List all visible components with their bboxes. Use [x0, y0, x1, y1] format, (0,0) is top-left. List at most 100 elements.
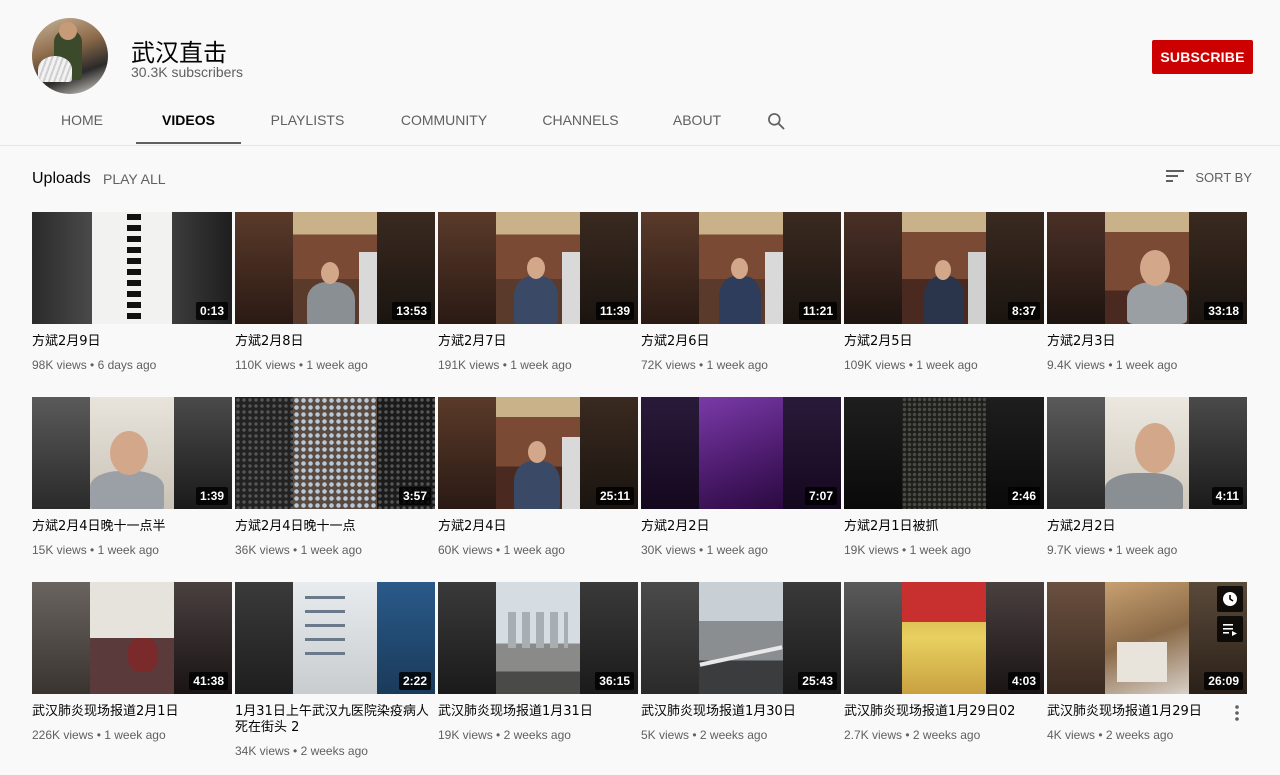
video-thumbnail[interactable]: 2:22 — [235, 582, 435, 694]
video-thumbnail[interactable]: 33:18 — [1047, 212, 1247, 324]
tab-home[interactable]: HOME — [32, 98, 132, 144]
video-title[interactable]: 方斌2月3日 — [1047, 334, 1247, 350]
video-meta: 191K views • 1 week ago — [438, 358, 572, 372]
sort-by-button[interactable]: SORT BY — [1165, 168, 1252, 187]
video-duration: 4:03 — [1007, 672, 1040, 690]
video-card[interactable]: 36:15 武汉肺炎现场报道1月31日 19K views • 2 weeks … — [438, 582, 638, 767]
video-title[interactable]: 武汉肺炎现场报道1月30日 — [641, 704, 841, 720]
video-meta: 60K views • 1 week ago — [438, 543, 565, 557]
queue-icon[interactable] — [1217, 616, 1243, 642]
video-title[interactable]: 方斌2月1日被抓 — [844, 519, 1044, 535]
tab-playlists[interactable]: PLAYLISTS — [245, 98, 370, 144]
video-card[interactable]: 7:07 方斌2月2日 30K views • 1 week ago — [641, 397, 841, 582]
video-thumbnail[interactable]: 11:21 — [641, 212, 841, 324]
video-duration: 36:15 — [595, 672, 634, 690]
tab-about[interactable]: ABOUT — [647, 98, 747, 144]
video-meta: 2.7K views • 2 weeks ago — [844, 728, 981, 742]
video-title[interactable]: 武汉肺炎现场报道1月29日02 — [844, 704, 1044, 720]
video-meta: 30K views • 1 week ago — [641, 543, 768, 557]
video-card[interactable]: 1:39 方斌2月4日晚十一点半 15K views • 1 week ago — [32, 397, 232, 582]
subscriber-count: 30.3K subscribers — [131, 64, 244, 80]
video-thumbnail[interactable]: 7:07 — [641, 397, 841, 509]
video-duration: 4:11 — [1211, 487, 1243, 505]
video-meta: 19K views • 2 weeks ago — [438, 728, 571, 742]
video-duration: 8:37 — [1007, 302, 1040, 320]
video-card[interactable]: 2:46 方斌2月1日被抓 19K views • 1 week ago — [844, 397, 1044, 582]
video-thumbnail[interactable]: 4:11 — [1047, 397, 1247, 509]
video-duration: 41:38 — [189, 672, 228, 690]
video-title[interactable]: 方斌2月8日 — [235, 334, 435, 350]
video-title[interactable]: 武汉肺炎现场报道1月31日 — [438, 704, 638, 720]
subscribe-button[interactable]: SUBSCRIBE — [1152, 40, 1253, 74]
video-thumbnail[interactable]: 3:57 — [235, 397, 435, 509]
tab-community[interactable]: COMMUNITY — [374, 98, 514, 144]
video-title[interactable]: 武汉肺炎现场报道1月29日 — [1047, 704, 1247, 720]
channel-avatar[interactable] — [32, 18, 108, 94]
video-title[interactable]: 1月31日上午武汉九医院染疫病人死在街头 2 — [235, 704, 435, 736]
video-card[interactable]: 11:39 方斌2月7日 191K views • 1 week ago — [438, 212, 638, 397]
video-title[interactable]: 方斌2月4日 — [438, 519, 638, 535]
video-grid: 0:13 方斌2月9日 98K views • 6 days ago 13:53… — [32, 212, 1252, 767]
video-meta: 109K views • 1 week ago — [844, 358, 978, 372]
video-duration: 0:13 — [195, 302, 228, 320]
video-title[interactable]: 方斌2月4日晚十一点半 — [32, 519, 232, 535]
video-duration: 2:46 — [1007, 487, 1040, 505]
video-card[interactable]: 11:21 方斌2月6日 72K views • 1 week ago — [641, 212, 841, 397]
video-thumbnail[interactable]: 26:09 — [1047, 582, 1247, 694]
video-title[interactable]: 方斌2月2日 — [1047, 519, 1247, 535]
video-meta: 4K views • 2 weeks ago — [1047, 728, 1174, 742]
video-duration: 25:11 — [595, 487, 634, 505]
video-thumbnail[interactable]: 8:37 — [844, 212, 1044, 324]
video-meta: 98K views • 6 days ago — [32, 358, 157, 372]
tab-channels[interactable]: CHANNELS — [518, 98, 643, 144]
video-card[interactable]: 0:13 方斌2月9日 98K views • 6 days ago — [32, 212, 232, 397]
video-title[interactable]: 方斌2月5日 — [844, 334, 1044, 350]
video-thumbnail[interactable]: 4:03 — [844, 582, 1044, 694]
video-card[interactable]: 13:53 方斌2月8日 110K views • 1 week ago — [235, 212, 435, 397]
channel-name: 武汉直击 — [131, 39, 227, 67]
video-card[interactable]: 26:09 武汉肺炎现场报道1月29日 4K views • 2 weeks a… — [1047, 582, 1247, 767]
clock-icon[interactable] — [1217, 586, 1243, 612]
video-title[interactable]: 方斌2月4日晚十一点 — [235, 519, 435, 535]
video-title[interactable]: 方斌2月6日 — [641, 334, 841, 350]
video-duration: 26:09 — [1204, 672, 1243, 690]
search-icon[interactable] — [751, 98, 801, 144]
tab-videos[interactable]: VIDEOS — [136, 98, 241, 144]
video-title[interactable]: 方斌2月7日 — [438, 334, 638, 350]
video-card[interactable]: 8:37 方斌2月5日 109K views • 1 week ago — [844, 212, 1044, 397]
video-meta: 9.4K views • 1 week ago — [1047, 358, 1178, 372]
video-thumbnail[interactable]: 0:13 — [32, 212, 232, 324]
video-thumbnail[interactable]: 2:46 — [844, 397, 1044, 509]
video-card[interactable]: 3:57 方斌2月4日晚十一点 36K views • 1 week ago — [235, 397, 435, 582]
video-duration: 3:57 — [398, 487, 431, 505]
video-card[interactable]: 41:38 武汉肺炎现场报道2月1日 226K views • 1 week a… — [32, 582, 232, 767]
video-duration: 11:21 — [798, 302, 837, 320]
video-thumbnail[interactable]: 25:43 — [641, 582, 841, 694]
video-meta: 19K views • 1 week ago — [844, 543, 971, 557]
section-title: Uploads — [32, 170, 91, 187]
kebab-icon[interactable] — [1235, 704, 1239, 722]
video-title[interactable]: 武汉肺炎现场报道2月1日 — [32, 704, 232, 720]
video-card[interactable]: 33:18 方斌2月3日 9.4K views • 1 week ago — [1047, 212, 1247, 397]
video-thumbnail[interactable]: 41:38 — [32, 582, 232, 694]
video-thumbnail[interactable]: 36:15 — [438, 582, 638, 694]
video-card[interactable]: 4:11 方斌2月2日 9.7K views • 1 week ago — [1047, 397, 1247, 582]
video-title[interactable]: 方斌2月2日 — [641, 519, 841, 535]
video-thumbnail[interactable]: 25:11 — [438, 397, 638, 509]
video-thumbnail[interactable]: 1:39 — [32, 397, 232, 509]
video-card[interactable]: 25:43 武汉肺炎现场报道1月30日 5K views • 2 weeks a… — [641, 582, 841, 767]
video-duration: 25:43 — [798, 672, 837, 690]
video-card[interactable]: 25:11 方斌2月4日 60K views • 1 week ago — [438, 397, 638, 582]
video-thumbnail[interactable]: 11:39 — [438, 212, 638, 324]
video-card[interactable]: 2:22 1月31日上午武汉九医院染疫病人死在街头 2 34K views • … — [235, 582, 435, 767]
video-duration: 33:18 — [1204, 302, 1243, 320]
video-card[interactable]: 4:03 武汉肺炎现场报道1月29日02 2.7K views • 2 week… — [844, 582, 1044, 767]
channel-header: 武汉直击 30.3K subscribers SUBSCRIBE HOME VI… — [0, 0, 1280, 146]
play-all-button[interactable]: PLAY ALL — [103, 171, 166, 187]
video-duration: 11:39 — [595, 302, 634, 320]
video-meta: 72K views • 1 week ago — [641, 358, 768, 372]
video-title[interactable]: 方斌2月9日 — [32, 334, 232, 350]
video-thumbnail[interactable]: 13:53 — [235, 212, 435, 324]
channel-tabs: HOME VIDEOS PLAYLISTS COMMUNITY CHANNELS… — [32, 98, 801, 144]
video-duration: 7:07 — [804, 487, 837, 505]
